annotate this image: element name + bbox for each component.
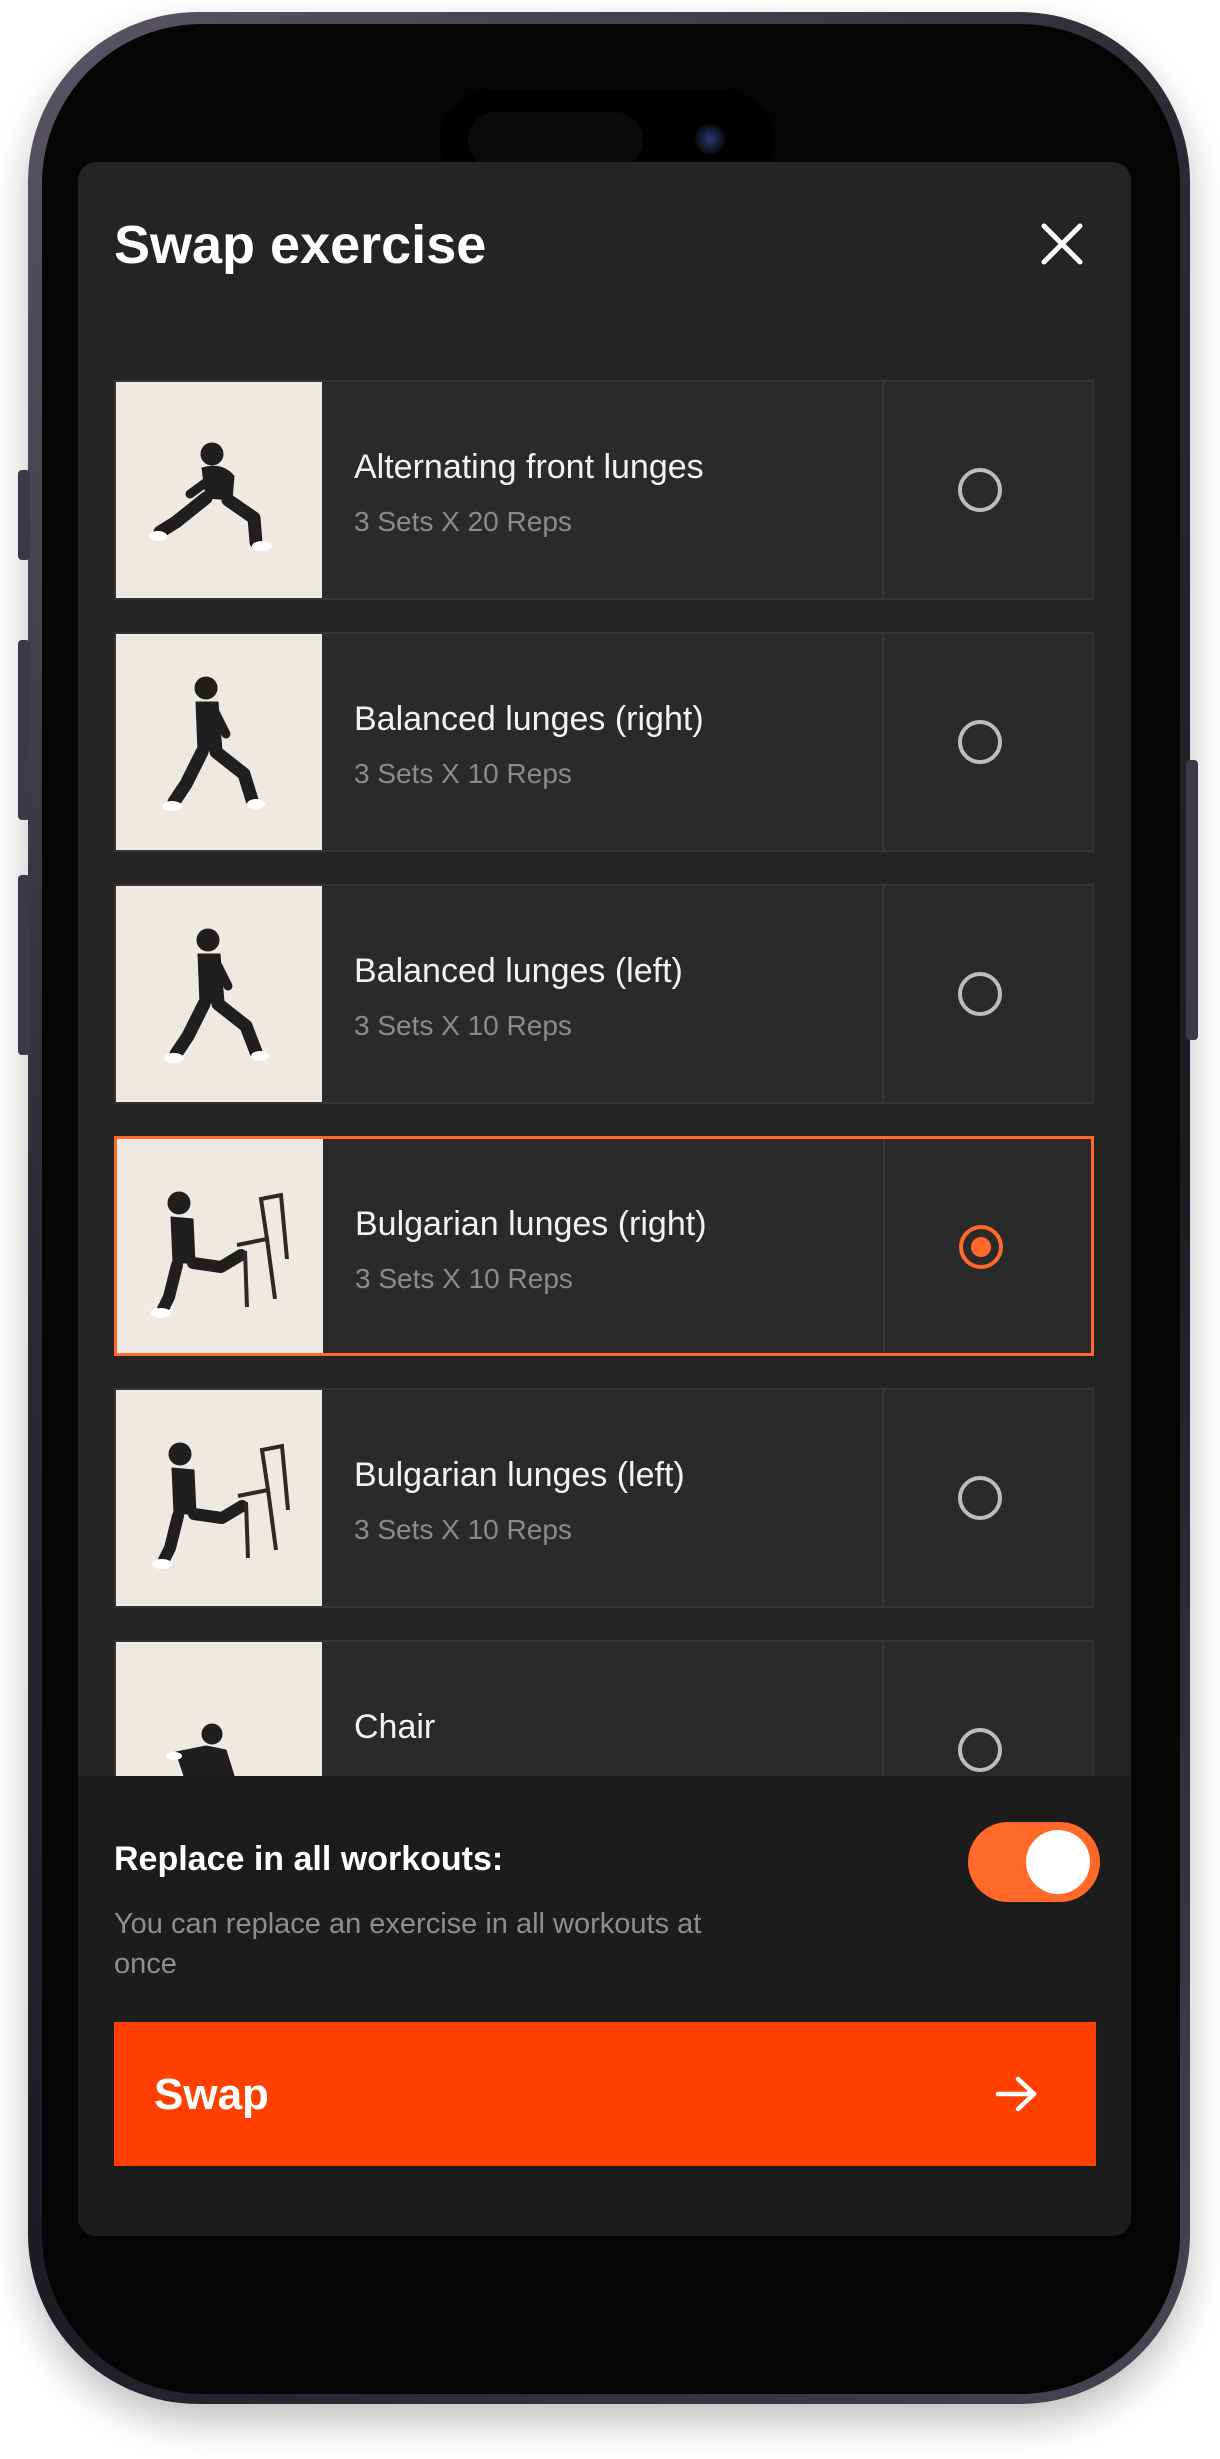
exercise-name: Chair bbox=[354, 1708, 436, 1746]
exercise-list[interactable]: Alternating front lunges 3 Sets X 20 Rep… bbox=[114, 380, 1096, 1780]
exercise-thumbnail bbox=[116, 886, 322, 1102]
swap-button-label: Swap bbox=[154, 2070, 269, 2119]
exercise-name: Bulgarian lunges (right) bbox=[355, 1205, 707, 1243]
exercise-option[interactable]: Chair bbox=[114, 1640, 1094, 1780]
exercise-thumbnail bbox=[116, 382, 322, 598]
exercise-sets-reps: 3 Sets X 10 Reps bbox=[354, 1010, 572, 1041]
close-icon[interactable] bbox=[1034, 216, 1090, 272]
exercise-option[interactable]: Bulgarian lunges (left) 3 Sets X 10 Reps bbox=[114, 1388, 1094, 1608]
island-sensor bbox=[468, 112, 643, 168]
exercise-option[interactable]: Balanced lunges (left) 3 Sets X 10 Reps bbox=[114, 884, 1094, 1104]
exercise-name: Balanced lunges (left) bbox=[354, 952, 683, 990]
exercise-name: Alternating front lunges bbox=[354, 448, 704, 486]
arrow-right-icon bbox=[995, 2076, 1037, 2112]
exercise-option[interactable]: Balanced lunges (right) 3 Sets X 10 Reps bbox=[114, 632, 1094, 852]
phone-volume-down-button bbox=[18, 875, 30, 1055]
row-divider bbox=[882, 634, 884, 850]
phone-power-button bbox=[1186, 760, 1198, 1040]
radio-button[interactable] bbox=[958, 972, 1002, 1016]
exercise-option[interactable]: Bulgarian lunges (right) 3 Sets X 10 Rep… bbox=[114, 1136, 1094, 1356]
exercise-thumbnail bbox=[116, 1390, 322, 1606]
radio-button[interactable] bbox=[958, 720, 1002, 764]
exercise-sets-reps: 3 Sets X 20 Reps bbox=[354, 506, 572, 537]
radio-button[interactable] bbox=[958, 1476, 1002, 1520]
radio-button-selected[interactable] bbox=[959, 1225, 1003, 1269]
toggle-knob bbox=[1026, 1830, 1090, 1894]
bottom-panel: Replace in all workouts: You can replace… bbox=[78, 1776, 1131, 2236]
exercise-thumbnail bbox=[116, 1642, 322, 1780]
row-divider bbox=[882, 1642, 884, 1780]
exercise-name: Bulgarian lunges (left) bbox=[354, 1456, 685, 1494]
replace-all-toggle[interactable] bbox=[968, 1822, 1100, 1902]
exercise-sets-reps: 3 Sets X 10 Reps bbox=[354, 1514, 572, 1545]
replace-all-title: Replace in all workouts: bbox=[114, 1840, 504, 1878]
swap-button[interactable]: Swap bbox=[114, 2022, 1096, 2166]
row-divider bbox=[883, 1139, 885, 1353]
swap-exercise-modal: Swap exercise Alternating front lunges 3… bbox=[78, 162, 1131, 2236]
phone-action-button bbox=[18, 470, 30, 560]
radio-button[interactable] bbox=[958, 1728, 1002, 1772]
row-divider bbox=[882, 382, 884, 598]
radio-button[interactable] bbox=[958, 468, 1002, 512]
front-camera-icon bbox=[695, 124, 725, 154]
row-divider bbox=[882, 1390, 884, 1606]
exercise-thumbnail bbox=[117, 1139, 323, 1353]
exercise-thumbnail bbox=[116, 634, 322, 850]
phone-volume-up-button bbox=[18, 640, 30, 820]
modal-title: Swap exercise bbox=[114, 215, 487, 275]
exercise-sets-reps: 3 Sets X 10 Reps bbox=[355, 1263, 573, 1294]
exercise-name: Balanced lunges (right) bbox=[354, 700, 704, 738]
row-divider bbox=[882, 886, 884, 1102]
exercise-option[interactable]: Alternating front lunges 3 Sets X 20 Rep… bbox=[114, 380, 1094, 600]
replace-all-description: You can replace an exercise in all worko… bbox=[114, 1908, 702, 1980]
exercise-sets-reps: 3 Sets X 10 Reps bbox=[354, 758, 572, 789]
